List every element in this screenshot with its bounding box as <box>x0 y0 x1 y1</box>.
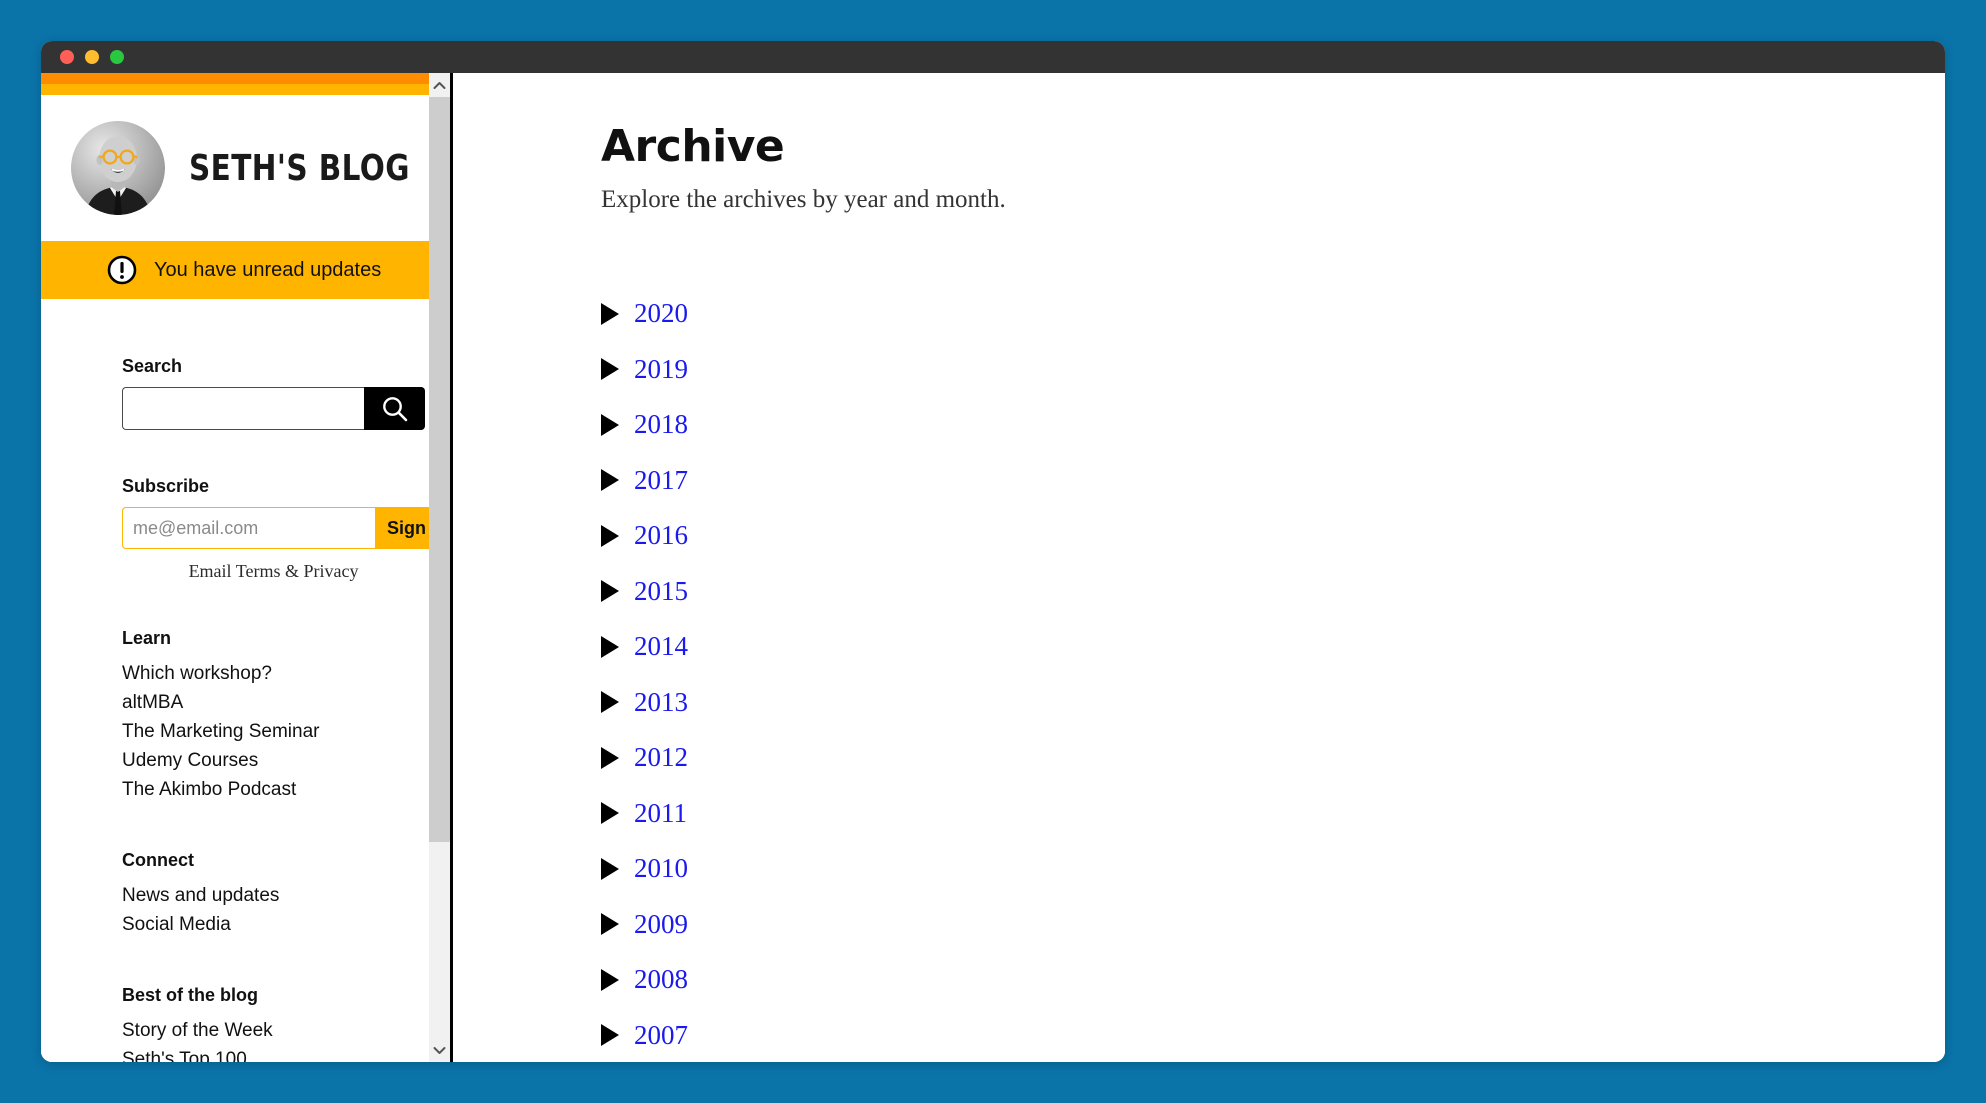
archive-year-link-2007[interactable]: 2007 <box>634 1021 688 1049</box>
disclosure-triangle-icon[interactable] <box>601 857 619 880</box>
disclosure-triangle-icon[interactable] <box>601 691 619 714</box>
search-submit-button[interactable] <box>364 387 425 430</box>
archive-year-row[interactable]: 2009 <box>601 897 1945 953</box>
archive-year-link-2020[interactable]: 2020 <box>634 300 688 327</box>
top-stripe-amber <box>41 84 429 95</box>
disclosure-triangle-icon[interactable] <box>601 746 619 769</box>
archive-year-row[interactable]: 2016 <box>601 508 1945 564</box>
window-titlebar <box>41 41 1945 73</box>
archive-year-row[interactable]: 2013 <box>601 675 1945 731</box>
sign-up-button[interactable]: Sign Up <box>375 507 429 549</box>
disclosure-triangle-icon[interactable] <box>601 413 619 436</box>
archive-year-row[interactable]: 2008 <box>601 952 1945 1008</box>
disclosure-triangle-icon[interactable] <box>601 635 619 658</box>
disclosure-triangle-icon[interactable] <box>601 802 619 825</box>
archive-year-link-2019[interactable]: 2019 <box>634 355 688 383</box>
top-stripe-orange <box>41 73 429 84</box>
sidebar-body: Search Subscribe Sign Up <box>41 356 429 1062</box>
search-input[interactable] <box>122 387 364 430</box>
minimize-window-button[interactable] <box>85 50 99 64</box>
archive-year-link-2010[interactable]: 2010 <box>634 855 688 882</box>
archive-year-link-2017[interactable]: 2017 <box>634 466 688 494</box>
disclosure-triangle-icon[interactable] <box>601 358 619 381</box>
archive-year-link-2012[interactable]: 2012 <box>634 744 688 771</box>
search-label: Search <box>122 356 183 376</box>
sidebar-link-udemy-courses[interactable]: Udemy Courses <box>122 746 429 775</box>
seth-godin-portrait-icon <box>71 121 165 215</box>
section-heading-learn: Learn <box>122 628 172 648</box>
archive-year-link-2013[interactable]: 2013 <box>634 688 688 716</box>
disclosure-triangle-icon[interactable] <box>601 1024 619 1047</box>
disclosure-triangle-icon[interactable] <box>601 913 619 936</box>
page-subtitle: Explore the archives by year and month. <box>601 186 1006 213</box>
unread-updates-label: You have unread updates <box>154 258 382 281</box>
archive-year-row[interactable]: 2020 <box>601 286 1945 342</box>
subscribe-label: Subscribe <box>122 476 210 496</box>
scroll-down-button[interactable] <box>429 1038 450 1062</box>
archive-year-row[interactable]: 2015 <box>601 564 1945 620</box>
site-brand[interactable]: SETH'S BLOG <box>41 95 429 241</box>
disclosure-triangle-icon[interactable] <box>601 469 619 492</box>
archive-year-row[interactable]: 2014 <box>601 619 1945 675</box>
archive-year-link-2016[interactable]: 2016 <box>634 522 688 549</box>
page-viewport: SETH'S BLOG You have unread updates Sear… <box>41 73 1945 1062</box>
sidebar-link-which-workshop[interactable]: Which workshop? <box>122 659 429 688</box>
sidebar-link-altmba[interactable]: altMBA <box>122 688 429 717</box>
disclosure-triangle-icon[interactable] <box>601 302 619 325</box>
sidebar-link-marketing-seminar[interactable]: The Marketing Seminar <box>122 717 429 746</box>
browser-window: SETH'S BLOG You have unread updates Sear… <box>41 41 1945 1062</box>
chevron-up-icon <box>433 81 446 89</box>
scrollbar-thumb[interactable] <box>429 97 450 842</box>
archive-year-list: 2020 2019 2018 2017 2016 2015 2014 2013 … <box>601 286 1945 1062</box>
search-row <box>122 387 425 430</box>
archive-year-link-2008[interactable]: 2008 <box>634 966 688 993</box>
archive-year-row[interactable]: 2019 <box>601 342 1945 398</box>
sidebar-link-social-media[interactable]: Social Media <box>122 910 429 939</box>
sidebar-link-seths-top-100[interactable]: Seth's Top 100 <box>122 1045 429 1062</box>
sidebar: SETH'S BLOG You have unread updates Sear… <box>41 73 429 1062</box>
sidebar-link-story-of-the-week[interactable]: Story of the Week <box>122 1016 429 1045</box>
archive-year-link-2009[interactable]: 2009 <box>634 910 688 938</box>
archive-year-row[interactable]: 2012 <box>601 730 1945 786</box>
page-title: Archive <box>601 121 785 172</box>
archive-year-row[interactable]: 2017 <box>601 453 1945 509</box>
site-title: SETH'S BLOG <box>189 147 410 189</box>
subscribe-row: Sign Up <box>122 507 429 549</box>
main-content: Archive Explore the archives by year and… <box>453 73 1945 1062</box>
close-window-button[interactable] <box>60 50 74 64</box>
disclosure-triangle-icon[interactable] <box>601 524 619 547</box>
archive-year-row[interactable]: 2018 <box>601 397 1945 453</box>
email-field[interactable] <box>122 507 375 549</box>
sidebar-link-akimbo-podcast[interactable]: The Akimbo Podcast <box>122 775 429 804</box>
unread-updates-banner[interactable]: You have unread updates <box>41 241 429 299</box>
email-terms-link[interactable]: Email Terms & Privacy <box>122 561 425 582</box>
maximize-window-button[interactable] <box>110 50 124 64</box>
exclamation-circle-icon <box>107 255 137 285</box>
sidebar-scrollbar[interactable] <box>429 73 453 1062</box>
avatar <box>71 121 165 215</box>
archive-year-row[interactable]: 2010 <box>601 841 1945 897</box>
disclosure-triangle-icon[interactable] <box>601 580 619 603</box>
sidebar-link-news-and-updates[interactable]: News and updates <box>122 881 429 910</box>
archive-year-row[interactable]: 2011 <box>601 786 1945 842</box>
archive-year-link-2014[interactable]: 2014 <box>634 633 688 660</box>
archive-year-link-2015[interactable]: 2015 <box>634 577 688 605</box>
disclosure-triangle-icon[interactable] <box>601 968 619 991</box>
scroll-up-button[interactable] <box>429 73 450 97</box>
section-heading-connect: Connect <box>122 850 194 870</box>
archive-year-link-2018[interactable]: 2018 <box>634 411 688 438</box>
chevron-down-icon <box>433 1046 446 1054</box>
archive-year-row[interactable]: 2007 <box>601 1008 1945 1063</box>
search-icon <box>382 396 407 421</box>
section-heading-best-of-the-blog: Best of the blog <box>122 985 258 1005</box>
archive-year-link-2011[interactable]: 2011 <box>634 799 687 827</box>
